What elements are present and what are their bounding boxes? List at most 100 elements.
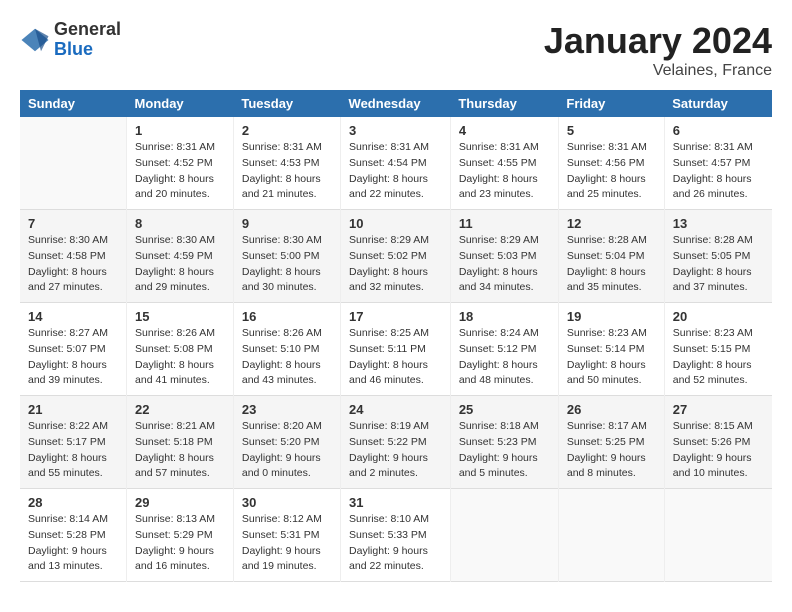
calendar-cell: 9Sunrise: 8:30 AM Sunset: 5:00 PM Daylig… xyxy=(233,210,340,303)
calendar-cell: 29 Sunrise: 8:13 AM Sunset: 5:29 PM Dayli… xyxy=(127,489,234,582)
column-header-tuesday: Tuesday xyxy=(233,90,340,117)
day-info: Sunrise: 8:13 AM Sunset: 5:29 PM Dayligh… xyxy=(135,512,225,575)
calendar-cell xyxy=(664,489,772,582)
day-info: Sunrise: 8:26 AM Sunset: 5:08 PM Dayligh… xyxy=(135,326,225,389)
day-info: Sunrise: 8:10 AM Sunset: 5:33 PM Dayligh… xyxy=(349,512,442,575)
column-header-saturday: Saturday xyxy=(664,90,772,117)
calendar-week-row: 28 Sunrise: 8:14 AM Sunset: 5:28 PM Dayli… xyxy=(20,489,772,582)
day-info: Sunrise: 8:25 AM Sunset: 5:11 PM Dayligh… xyxy=(349,326,442,389)
day-number: 20 xyxy=(673,309,764,324)
day-number: 28 xyxy=(28,495,118,510)
title-area: January 2024 Velaines, France xyxy=(544,20,772,80)
column-header-friday: Friday xyxy=(558,90,664,117)
day-number: 4 xyxy=(459,123,550,138)
column-header-sunday: Sunday xyxy=(20,90,127,117)
calendar-table: SundayMondayTuesdayWednesdayThursdayFrid… xyxy=(20,90,772,582)
calendar-week-row: 14Sunrise: 8:27 AM Sunset: 5:07 PM Dayli… xyxy=(20,303,772,396)
calendar-cell: 8Sunrise: 8:30 AM Sunset: 4:59 PM Daylig… xyxy=(127,210,234,303)
day-number: 15 xyxy=(135,309,225,324)
day-info: Sunrise: 8:20 AM Sunset: 5:20 PM Dayligh… xyxy=(242,419,332,482)
day-info: Sunrise: 8:19 AM Sunset: 5:22 PM Dayligh… xyxy=(349,419,442,482)
logo-general: General xyxy=(54,20,121,40)
day-info: Sunrise: 8:21 AM Sunset: 5:18 PM Dayligh… xyxy=(135,419,225,482)
calendar-cell: 23 Sunrise: 8:20 AM Sunset: 5:20 PM Dayli… xyxy=(233,396,340,489)
day-info: Sunrise: 8:15 AM Sunset: 5:26 PM Dayligh… xyxy=(673,419,764,482)
day-info: Sunrise: 8:29 AM Sunset: 5:03 PM Dayligh… xyxy=(459,233,550,296)
day-info: Sunrise: 8:23 AM Sunset: 5:15 PM Dayligh… xyxy=(673,326,764,389)
day-number: 19 xyxy=(567,309,656,324)
calendar-cell: 4 Sunrise: 8:31 AM Sunset: 4:55 PM Daylig… xyxy=(450,117,558,210)
column-header-thursday: Thursday xyxy=(450,90,558,117)
day-number: 24 xyxy=(349,402,442,417)
calendar-cell: 17Sunrise: 8:25 AM Sunset: 5:11 PM Dayli… xyxy=(341,303,451,396)
day-info: Sunrise: 8:30 AM Sunset: 5:00 PM Dayligh… xyxy=(242,233,332,296)
calendar-cell xyxy=(450,489,558,582)
day-info: Sunrise: 8:29 AM Sunset: 5:02 PM Dayligh… xyxy=(349,233,442,296)
day-info: Sunrise: 8:30 AM Sunset: 4:58 PM Dayligh… xyxy=(28,233,118,296)
calendar-cell: 31 Sunrise: 8:10 AM Sunset: 5:33 PM Dayli… xyxy=(341,489,451,582)
day-info: Sunrise: 8:31 AM Sunset: 4:54 PM Dayligh… xyxy=(349,140,442,203)
calendar-cell: 10 Sunrise: 8:29 AM Sunset: 5:02 PM Dayli… xyxy=(341,210,451,303)
calendar-cell: 22Sunrise: 8:21 AM Sunset: 5:18 PM Dayli… xyxy=(127,396,234,489)
calendar-cell: 1Sunrise: 8:31 AM Sunset: 4:52 PM Daylig… xyxy=(127,117,234,210)
day-info: Sunrise: 8:12 AM Sunset: 5:31 PM Dayligh… xyxy=(242,512,332,575)
day-number: 3 xyxy=(349,123,442,138)
calendar-cell: 26Sunrise: 8:17 AM Sunset: 5:25 PM Dayli… xyxy=(558,396,664,489)
calendar-cell: 27 Sunrise: 8:15 AM Sunset: 5:26 PM Dayli… xyxy=(664,396,772,489)
day-info: Sunrise: 8:31 AM Sunset: 4:53 PM Dayligh… xyxy=(242,140,332,203)
calendar-cell: 15 Sunrise: 8:26 AM Sunset: 5:08 PM Dayli… xyxy=(127,303,234,396)
day-number: 10 xyxy=(349,216,442,231)
day-info: Sunrise: 8:28 AM Sunset: 5:05 PM Dayligh… xyxy=(673,233,764,296)
month-title: January 2024 xyxy=(544,20,772,62)
day-info: Sunrise: 8:27 AM Sunset: 5:07 PM Dayligh… xyxy=(28,326,118,389)
calendar-cell: 5 Sunrise: 8:31 AM Sunset: 4:56 PM Daylig… xyxy=(558,117,664,210)
logo-text: General Blue xyxy=(54,20,121,60)
logo-blue: Blue xyxy=(54,40,121,60)
day-number: 2 xyxy=(242,123,332,138)
day-info: Sunrise: 8:23 AM Sunset: 5:14 PM Dayligh… xyxy=(567,326,656,389)
day-info: Sunrise: 8:24 AM Sunset: 5:12 PM Dayligh… xyxy=(459,326,550,389)
day-info: Sunrise: 8:18 AM Sunset: 5:23 PM Dayligh… xyxy=(459,419,550,482)
day-number: 30 xyxy=(242,495,332,510)
day-number: 18 xyxy=(459,309,550,324)
day-info: Sunrise: 8:28 AM Sunset: 5:04 PM Dayligh… xyxy=(567,233,656,296)
day-number: 31 xyxy=(349,495,442,510)
location-title: Velaines, France xyxy=(544,62,772,80)
day-number: 7 xyxy=(28,216,118,231)
day-info: Sunrise: 8:26 AM Sunset: 5:10 PM Dayligh… xyxy=(242,326,332,389)
calendar-cell: 19 Sunrise: 8:23 AM Sunset: 5:14 PM Dayli… xyxy=(558,303,664,396)
calendar-cell: 2 Sunrise: 8:31 AM Sunset: 4:53 PM Daylig… xyxy=(233,117,340,210)
calendar-cell: 20 Sunrise: 8:23 AM Sunset: 5:15 PM Dayli… xyxy=(664,303,772,396)
calendar-week-row: 1Sunrise: 8:31 AM Sunset: 4:52 PM Daylig… xyxy=(20,117,772,210)
calendar-cell xyxy=(20,117,127,210)
day-info: Sunrise: 8:31 AM Sunset: 4:57 PM Dayligh… xyxy=(673,140,764,203)
day-number: 29 xyxy=(135,495,225,510)
calendar-cell: 14Sunrise: 8:27 AM Sunset: 5:07 PM Dayli… xyxy=(20,303,127,396)
column-header-wednesday: Wednesday xyxy=(341,90,451,117)
calendar-cell: 13 Sunrise: 8:28 AM Sunset: 5:05 PM Dayli… xyxy=(664,210,772,303)
calendar-cell: 12Sunrise: 8:28 AM Sunset: 5:04 PM Dayli… xyxy=(558,210,664,303)
day-number: 1 xyxy=(135,123,225,138)
day-number: 23 xyxy=(242,402,332,417)
day-number: 16 xyxy=(242,309,332,324)
day-number: 13 xyxy=(673,216,764,231)
day-number: 27 xyxy=(673,402,764,417)
day-info: Sunrise: 8:31 AM Sunset: 4:55 PM Dayligh… xyxy=(459,140,550,203)
day-number: 5 xyxy=(567,123,656,138)
day-info: Sunrise: 8:17 AM Sunset: 5:25 PM Dayligh… xyxy=(567,419,656,482)
calendar-cell: 6Sunrise: 8:31 AM Sunset: 4:57 PM Daylig… xyxy=(664,117,772,210)
day-info: Sunrise: 8:31 AM Sunset: 4:56 PM Dayligh… xyxy=(567,140,656,203)
calendar-cell: 3 Sunrise: 8:31 AM Sunset: 4:54 PM Daylig… xyxy=(341,117,451,210)
calendar-cell: 11Sunrise: 8:29 AM Sunset: 5:03 PM Dayli… xyxy=(450,210,558,303)
calendar-cell: 30 Sunrise: 8:12 AM Sunset: 5:31 PM Dayli… xyxy=(233,489,340,582)
column-header-monday: Monday xyxy=(127,90,234,117)
day-number: 25 xyxy=(459,402,550,417)
day-info: Sunrise: 8:14 AM Sunset: 5:28 PM Dayligh… xyxy=(28,512,118,575)
day-number: 21 xyxy=(28,402,118,417)
calendar-header-row: SundayMondayTuesdayWednesdayThursdayFrid… xyxy=(20,90,772,117)
calendar-cell: 18 Sunrise: 8:24 AM Sunset: 5:12 PM Dayli… xyxy=(450,303,558,396)
day-info: Sunrise: 8:30 AM Sunset: 4:59 PM Dayligh… xyxy=(135,233,225,296)
calendar-week-row: 21Sunrise: 8:22 AM Sunset: 5:17 PM Dayli… xyxy=(20,396,772,489)
calendar-cell: 21Sunrise: 8:22 AM Sunset: 5:17 PM Dayli… xyxy=(20,396,127,489)
calendar-cell: 24 Sunrise: 8:19 AM Sunset: 5:22 PM Dayli… xyxy=(341,396,451,489)
